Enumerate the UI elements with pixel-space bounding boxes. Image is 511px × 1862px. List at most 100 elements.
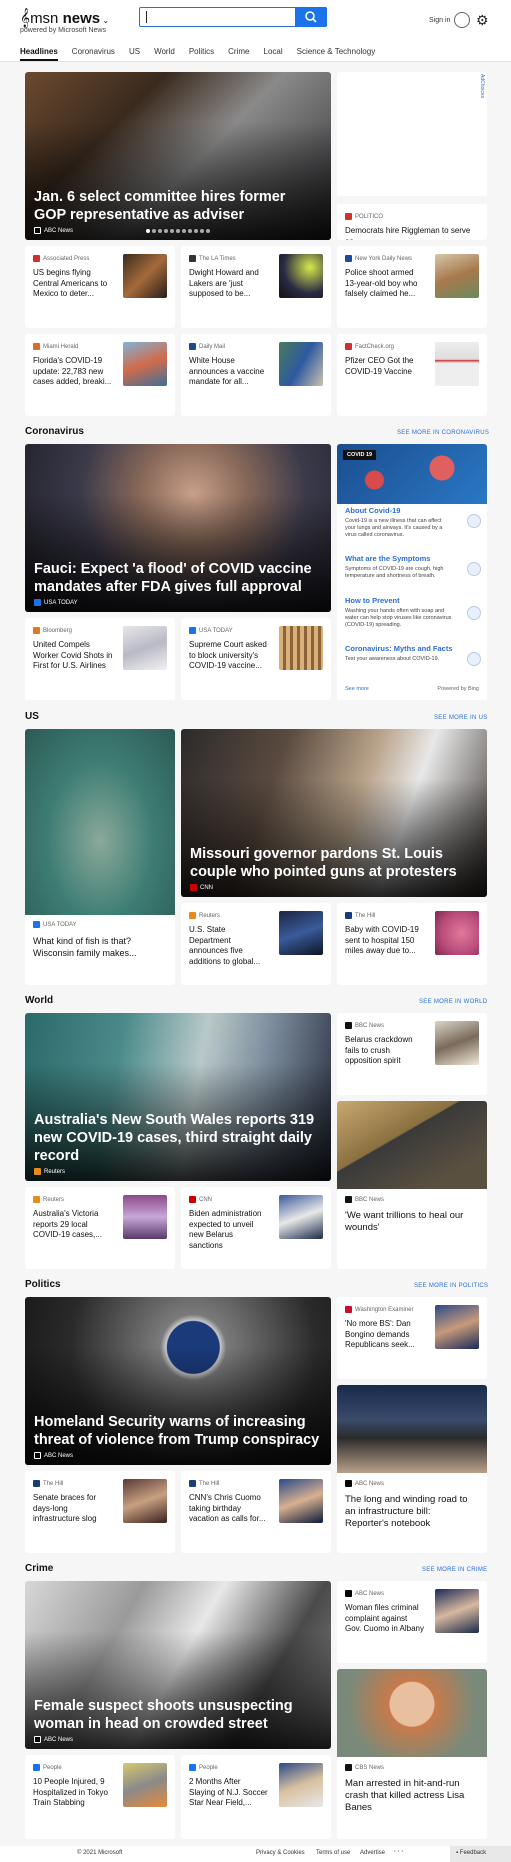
hero-card-coronavirus[interactable]: Fauci: Expect 'a flood' of COVID vaccine… (25, 444, 331, 612)
hero-card-top[interactable]: Jan. 6 select committee hires former GOP… (25, 72, 331, 240)
avatar-icon[interactable] (454, 12, 470, 28)
nav-headlines[interactable]: Headlines (20, 47, 58, 61)
news-card[interactable]: Miami Herald Florida's COVID-19 update: … (25, 334, 175, 416)
search-button[interactable] (295, 7, 327, 27)
news-card[interactable]: Reuters Australia's Victoria reports 29 … (25, 1187, 175, 1269)
news-card[interactable]: New York Daily News Police shoot armed 1… (337, 246, 487, 328)
adchoices-label[interactable]: AdChoices (479, 74, 485, 98)
news-card-tall[interactable]: CBS News Man arrested in hit-and-run cra… (337, 1669, 487, 1839)
info-icon (467, 514, 481, 528)
section-nav: Headlines Coronavirus US World Politics … (20, 47, 375, 61)
carousel-dots[interactable] (25, 220, 331, 238)
feedback-button[interactable]: ▪ Feedback (450, 1846, 511, 1862)
news-card[interactable]: The Hill Baby with COVID-19 sent to hosp… (337, 903, 487, 985)
nav-crime[interactable]: Crime (228, 47, 249, 61)
hero-title: Jan. 6 select committee hires former GOP… (34, 189, 286, 223)
thumbnail (279, 254, 323, 298)
news-card[interactable]: The Hill CNN's Chris Cuomo taking birthd… (181, 1471, 331, 1553)
hero-card-us[interactable]: Missouri governor pardons St. Louis coup… (181, 729, 487, 897)
nav-science-tech[interactable]: Science & Technology (297, 47, 376, 61)
thumbnail (123, 342, 167, 386)
nav-world[interactable]: World (154, 47, 175, 61)
thumbnail (435, 911, 479, 955)
card-image (337, 1669, 487, 1757)
card-image (337, 1385, 487, 1473)
thumbnail (435, 342, 479, 386)
news-card[interactable]: FactCheck.org Pfizer CEO Got the COVID-1… (337, 334, 487, 416)
card-image (25, 729, 175, 915)
news-card[interactable]: The Hill Senate braces for days-long inf… (25, 1471, 175, 1553)
footer: © 2021 Microsoft Privacy & Cookies Terms… (0, 1846, 511, 1862)
section-heading-coronavirus: Coronavirus (25, 426, 84, 437)
section-heading-politics: Politics (25, 1279, 61, 1290)
gear-icon[interactable]: ⚙ (476, 12, 489, 29)
nav-coronavirus[interactable]: Coronavirus (72, 47, 115, 61)
copyright: © 2021 Microsoft (77, 1850, 123, 1856)
thumbnail (435, 1589, 479, 1633)
news-card[interactable]: People 10 People Injured, 9 Hospitalized… (25, 1755, 175, 1839)
myths-icon (467, 652, 481, 666)
thumbnail (435, 254, 479, 298)
news-card-tall[interactable]: ABC News The long and winding road to an… (337, 1385, 487, 1553)
thumbnail (279, 1195, 323, 1239)
news-card[interactable]: ABC News Woman files criminal complaint … (337, 1581, 487, 1663)
news-card[interactable]: Washington Examiner 'No more BS': Dan Bo… (337, 1297, 487, 1379)
covid-info-panel: COVID 19 About Covid-19 Covid-19 is a new… (337, 444, 487, 700)
thumbnail (279, 626, 323, 670)
prevent-icon (467, 606, 481, 620)
hero-card-crime[interactable]: Female suspect shoots unsuspecting woman… (25, 1581, 331, 1749)
thumbnail (123, 1195, 167, 1239)
powered-by-text: powered by Microsoft News (20, 27, 106, 34)
thumbnail (123, 1479, 167, 1523)
nav-local[interactable]: Local (264, 47, 283, 61)
news-card-tall[interactable]: USA TODAY What kind of fish is that? Wis… (25, 729, 175, 985)
hero-card-politics[interactable]: Homeland Security warns of increasing th… (25, 1297, 331, 1465)
see-more-us[interactable]: SEE MORE IN US (434, 715, 488, 721)
side-card-politico[interactable]: POLITICO Democrats hire Riggleman to ser… (337, 204, 487, 240)
covid-item-about[interactable]: About Covid-19 Covid-19 is a new illness … (345, 506, 485, 539)
section-heading-crime: Crime (25, 1563, 54, 1574)
card-image (337, 1101, 487, 1189)
see-more-world[interactable]: SEE MORE IN WORLD (419, 999, 487, 1005)
news-card[interactable]: People 2 Months After Slaying of N.J. So… (181, 1755, 331, 1839)
news-card[interactable]: Daily Mail White House announces a vacci… (181, 334, 331, 416)
thumbnail (123, 626, 167, 670)
symptoms-icon (467, 562, 481, 576)
covid-item-prevent[interactable]: How to Prevent Washing your hands often w… (345, 596, 485, 629)
news-card[interactable]: USA TODAY Supreme Court asked to block u… (181, 618, 331, 700)
search-icon (305, 11, 317, 23)
covid-item-myths[interactable]: Coronavirus: Myths and Facts Test your aw… (345, 644, 485, 663)
nav-us[interactable]: US (129, 47, 140, 61)
thumbnail (279, 342, 323, 386)
see-more-politics[interactable]: SEE MORE IN POLITICS (414, 1283, 488, 1289)
sign-in-link[interactable]: Sign in (429, 17, 450, 24)
see-more-crime[interactable]: SEE MORE IN CRIME (422, 1567, 487, 1573)
news-card[interactable]: Associated Press US begins flying Centra… (25, 246, 175, 328)
thumbnail (123, 1763, 167, 1807)
section-heading-us: US (25, 711, 39, 722)
covid-see-more-link[interactable]: See more (345, 686, 369, 692)
footer-link-privacy[interactable]: Privacy & Cookies (256, 1850, 305, 1856)
news-card[interactable]: CNN Biden administration expected to unv… (181, 1187, 331, 1269)
ad-slot[interactable]: AdChoices (337, 72, 487, 196)
thumbnail (435, 1305, 479, 1349)
news-card[interactable]: BBC News Belarus crackdown fails to crus… (337, 1013, 487, 1095)
hero-card-world[interactable]: Australia's New South Wales reports 319 … (25, 1013, 331, 1181)
msn-logo[interactable]: 𝄞msn news ⌄ (20, 8, 109, 28)
footer-link-terms[interactable]: Terms of use (316, 1850, 350, 1856)
thumbnail (435, 1021, 479, 1065)
powered-by-bing: Powered by Bing (437, 686, 479, 692)
section-heading-world: World (25, 995, 54, 1006)
see-more-coronavirus[interactable]: SEE MORE IN CORONAVIRUS (397, 430, 489, 436)
covid-item-symptoms[interactable]: What are the Symptoms Symptoms of COVID-1… (345, 554, 485, 580)
footer-link-advertise[interactable]: Advertise (360, 1850, 385, 1856)
nav-politics[interactable]: Politics (189, 47, 214, 61)
news-card[interactable]: Bloomberg United Compels Worker Covid Sh… (25, 618, 175, 700)
news-card-tall[interactable]: BBC News 'We want trillions to heal our … (337, 1101, 487, 1269)
covid-badge: COVID 19 (343, 450, 377, 460)
thumbnail (279, 1479, 323, 1523)
more-options-icon[interactable]: · · · (394, 1849, 403, 1855)
news-card[interactable]: Reuters U.S. State Department announces … (181, 903, 331, 985)
news-card[interactable]: The LA Times Dwight Howard and Lakers ar… (181, 246, 331, 328)
thumbnail (279, 1763, 323, 1807)
